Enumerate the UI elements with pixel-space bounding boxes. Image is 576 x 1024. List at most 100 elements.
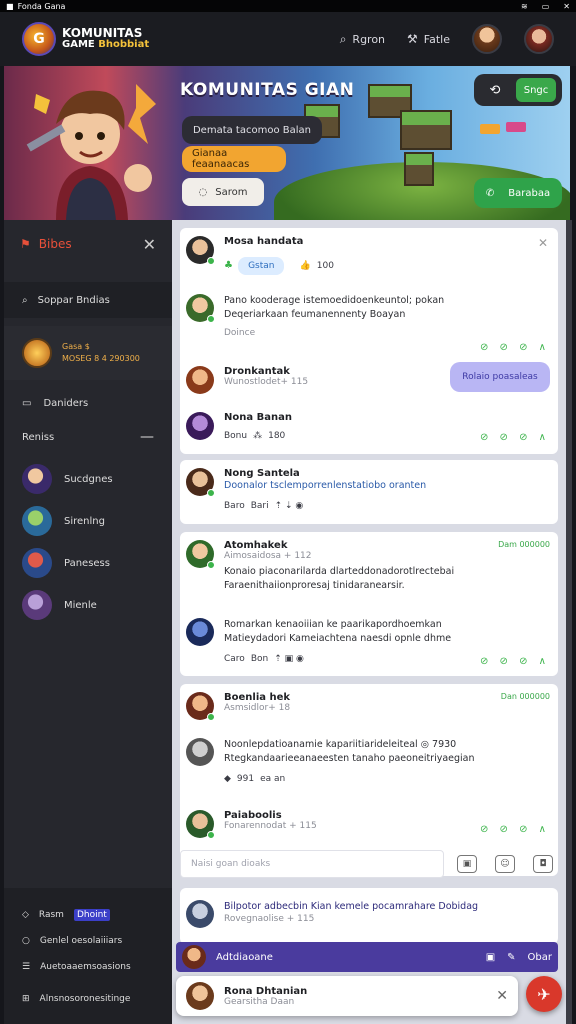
quick-action-button[interactable]: ✈ [526, 976, 562, 1012]
avatar[interactable] [186, 618, 214, 646]
avatar[interactable] [186, 236, 215, 265]
banner-title: KOMUNITAS GIAN [180, 80, 355, 100]
search-link[interactable]: ⌕ Rgron [340, 32, 385, 47]
sidebar-search[interactable]: ⌕ Soppar Bndias [4, 282, 172, 318]
avatar[interactable] [186, 540, 215, 569]
sidebar-footer-item[interactable]: ⊞ Alnsnosoronesitinge [4, 986, 172, 1012]
avatar[interactable] [186, 412, 214, 440]
avatar[interactable] [186, 738, 214, 766]
sidebar-footer-item[interactable]: ○ Genlel oesolaiiiars [4, 928, 172, 954]
avatar[interactable] [186, 366, 214, 394]
sidebar-section-label: Reniss [22, 431, 55, 443]
avatar[interactable] [186, 294, 215, 323]
message-text: Romarkan kenaoiiian ke paarikapordhoemka… [224, 619, 442, 630]
search-icon: ⌕ [22, 294, 28, 306]
message-text: Matieydadori Kameiachtena naesdi opnle d… [224, 633, 452, 644]
collapse-icon[interactable]: — [140, 429, 154, 445]
list-icon: ☰ [22, 962, 31, 972]
sidebar-section-header[interactable]: Reniss — [4, 420, 172, 454]
thread-action-bar[interactable]: Adtdiaoane ▣ ✎ Obar [176, 942, 558, 972]
avatar[interactable] [186, 468, 215, 497]
avatar[interactable] [186, 810, 215, 839]
footer-highlight: Dhoint [73, 909, 110, 921]
meta-tag: Baro [224, 501, 245, 511]
author-name[interactable]: Mosa handata [224, 236, 334, 247]
sidebar-footer-item[interactable]: ◇ Rasm Dhoint [4, 902, 172, 928]
author-name[interactable]: Atomhakek [224, 540, 454, 551]
avatar-secondary[interactable] [524, 24, 554, 54]
attach-icon[interactable]: ▣ [457, 855, 477, 873]
settings-link[interactable]: ⚒ Fatle [407, 32, 450, 46]
refresh-icon[interactable]: ⟲ [480, 78, 510, 102]
message: Nong Santela Doonalor tsclemporrenlensta… [186, 468, 552, 512]
image-icon[interactable]: ▣ [486, 952, 495, 963]
avatar[interactable] [186, 692, 215, 721]
game-avatar [22, 506, 52, 536]
grid-icon: ⊞ [22, 994, 30, 1004]
edit-icon[interactable]: ✎ [507, 952, 515, 963]
game-avatar [22, 464, 52, 494]
battery-icon: ▭ [541, 1, 550, 11]
top-links: ⌕ Rgron ⚒ Fatle [340, 24, 554, 54]
notification-toast[interactable]: Rona Dhtanian Gearsitha Daan ✕ [176, 976, 518, 1016]
thread-right-label[interactable]: Obar [528, 952, 552, 963]
post-card: Dam 000000 Atomhakek Aimosaidosa + 112 K… [180, 532, 558, 676]
meta-tag: Caro [224, 654, 245, 664]
sidebar-footer-item[interactable]: ☰ Auetoaaemsoasions [4, 954, 172, 980]
settings-link-label: Fatle [423, 33, 450, 46]
sidebar-promo[interactable]: Gasa $ MOSEG 8 4 290300 [4, 326, 172, 380]
reply-bubble[interactable]: Rolaio poasaleas [450, 362, 550, 392]
author-name[interactable]: Dronkantak [224, 366, 308, 377]
close-icon[interactable]: ✕ [496, 988, 508, 1004]
message: Mosa handata ♣ Gstan 👍 100 [186, 236, 552, 275]
score-tag: 👍 100 [300, 261, 334, 271]
emoji-button-icon[interactable]: ☺ [495, 855, 515, 873]
author-name[interactable]: Boenlia hek [224, 692, 290, 703]
banner-secondary-button[interactable]: ◌ Sarom [182, 178, 264, 206]
avatar[interactable] [186, 900, 214, 928]
avatar[interactable] [472, 24, 502, 54]
message-text: Faraenithaiionproresaj tinidaranearsir. [224, 580, 405, 591]
reaction-icons[interactable]: ⊘ ⊘ ⊘ ∧ [480, 432, 550, 443]
sidebar-item-game[interactable]: Mienle [4, 584, 172, 626]
author-name[interactable]: Nong Santela [224, 468, 426, 479]
status-square-icon: ■ [6, 1, 14, 11]
avatar[interactable] [182, 945, 206, 969]
phone-icon: ✆ [485, 187, 495, 199]
sidebar-item-game[interactable]: Sirenlng [4, 500, 172, 542]
banner-call-button[interactable]: ✆ Barabaa [474, 178, 562, 208]
sync-button[interactable]: Sngc [516, 78, 556, 102]
tree-icon: ♣ [224, 260, 233, 271]
message-text: Noonlepdatioanamie kapariitiarideleiteal… [224, 738, 475, 752]
gif-icon[interactable]: ◘ [533, 855, 553, 873]
sidebar-item-game[interactable]: Panesess [4, 542, 172, 584]
promo-line-2: MOSEG 8 4 290300 [62, 354, 140, 363]
message-number: 7930 [432, 739, 457, 750]
post-card: Bilpotor adbecbin Kian kemele pocamrahar… [180, 888, 558, 944]
message-meta: Wunostlodet+ 115 [224, 377, 309, 387]
author-name[interactable]: Paiaboolis [224, 810, 317, 821]
close-window-icon[interactable]: ✕ [563, 2, 570, 11]
banner-cta-button[interactable]: Gianaa feaanaacas [182, 146, 286, 172]
thumb-icon: 👍 [299, 261, 311, 271]
banner-call-label: Barabaa [508, 187, 551, 199]
sidebar-title: Bibes [38, 237, 72, 251]
reaction-icons[interactable]: ⊘ ⊘ ⊘ ∧ [480, 656, 550, 667]
status-pill[interactable]: Gstan [238, 257, 285, 275]
logo-icon[interactable]: G [22, 22, 56, 56]
search-link-label: Rgron [352, 32, 386, 46]
reaction-icons[interactable]: ⊘ ⊘ ⊘ ∧ [480, 824, 550, 835]
meta-tag: ea an [260, 774, 286, 784]
scrollbar[interactable] [566, 220, 572, 1024]
sidebar-item-game[interactable]: Sucdgnes [4, 458, 172, 500]
banner-chip [480, 124, 500, 134]
sidebar-item-label: Daniders [43, 397, 89, 409]
close-icon[interactable]: ✕ [143, 235, 156, 254]
reaction-icons[interactable]: ⊘ ⊘ ⊘ ∧ [480, 342, 550, 353]
meta-tag: Bon [250, 654, 269, 664]
sidebar-header: ⚑ Bibes ✕ [4, 220, 172, 268]
message-text-part: Noonlepdatioanamie kapariitiarideleiteal [224, 739, 418, 750]
reply-input[interactable]: Naisi goan dioaks [180, 850, 444, 878]
author-name[interactable]: Nona Banan [224, 412, 292, 423]
sidebar-item-dens[interactable]: ▭ Daniders [4, 386, 172, 420]
